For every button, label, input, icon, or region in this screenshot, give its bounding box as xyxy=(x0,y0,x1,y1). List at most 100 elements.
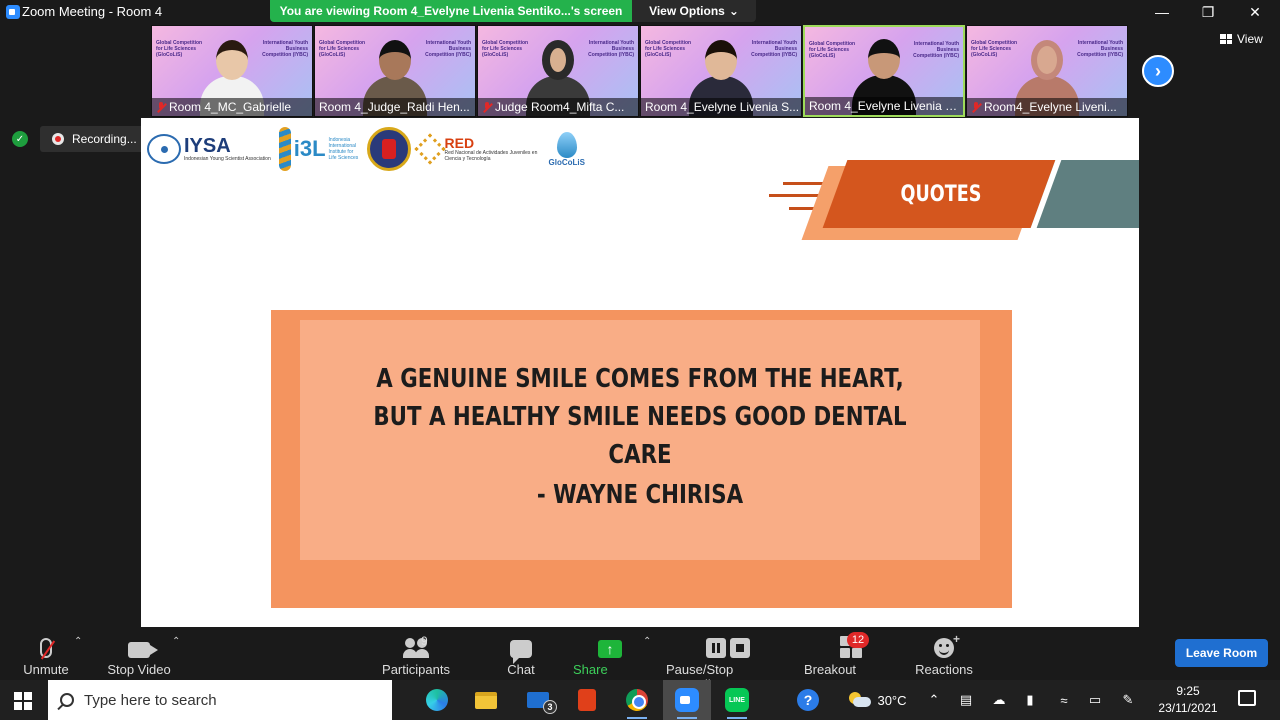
participant-name: Room4_Evelyne Liveni... xyxy=(984,100,1117,114)
onedrive-cloud-icon[interactable]: ☁ xyxy=(988,680,1010,720)
glocolis-logo-text: GloCoLiS xyxy=(548,157,585,167)
red-logo: RED Red Nacional de Actividades Juvenile… xyxy=(413,133,541,165)
clock-time: 9:25 xyxy=(1176,684,1200,698)
taskbar-file-explorer[interactable] xyxy=(462,680,510,720)
tile-name-bar: Room4_Evelyne Liveni... xyxy=(967,98,1127,116)
taskbar-chrome[interactable] xyxy=(613,680,661,720)
meeting-controls: Unmute ⌃ Stop Video ⌃ 9 Participants Cha… xyxy=(0,628,1280,692)
participant-name: Room 4_Evelyne Livenia S... xyxy=(645,100,800,114)
mail-badge: 3 xyxy=(543,700,557,714)
view-button[interactable]: View xyxy=(1220,32,1263,46)
mic-muted-icon xyxy=(971,101,981,113)
taskbar-mail[interactable]: 3 xyxy=(514,680,562,720)
tile-slide-text: Global Competition for Life Sciences (Gl… xyxy=(156,40,203,58)
minimize-button[interactable]: — xyxy=(1139,0,1185,24)
record-dot-icon xyxy=(52,133,64,145)
leave-room-button[interactable]: Leave Room xyxy=(1175,639,1268,667)
tile-slide-text: Global Competition for Life Sciences (Gl… xyxy=(319,40,366,58)
i3l-logo-subtitle: Indonesia International Institute for Li… xyxy=(328,137,359,161)
zoom-icon xyxy=(675,688,699,712)
participant-name: Room 4_MC_Gabrielle xyxy=(169,100,292,114)
taskbar-line[interactable]: LINE xyxy=(713,680,761,720)
chat-button[interactable]: Chat xyxy=(505,632,537,677)
tile-name-bar: Room 4_Evelyne Livenia S... xyxy=(641,98,801,116)
mail-icon: 3 xyxy=(527,692,557,714)
pen-icon[interactable]: ✎ xyxy=(1118,680,1138,720)
video-tile[interactable]: Global Competition for Life Sciences (Gl… xyxy=(966,25,1128,117)
video-tile[interactable]: Global Competition for Life Sciences (Gl… xyxy=(314,25,476,117)
folder-icon xyxy=(475,691,497,709)
share-options-chevron-icon[interactable]: ⌃ xyxy=(643,636,651,647)
temperature: 30°C xyxy=(877,692,907,708)
taskbar-office[interactable] xyxy=(563,680,611,720)
unmute-button[interactable]: Unmute xyxy=(22,632,70,677)
reactions-label: Reactions xyxy=(915,662,973,677)
i3l-logo: i3L Indonesia International Institute fo… xyxy=(278,127,359,171)
stop-video-button[interactable]: Stop Video xyxy=(106,632,172,677)
tray-weather[interactable]: 30°C xyxy=(844,680,912,720)
quote-line: BUT A HEALTHY SMILE NEEDS GOOD DENTAL CA… xyxy=(373,402,907,470)
partly-cloudy-icon xyxy=(849,692,872,708)
chat-label: Chat xyxy=(507,662,535,677)
tile-slide-text: Global Competition for Life Sciences (Gl… xyxy=(645,40,692,58)
tile-slide-text: International Youth Business Competition… xyxy=(751,40,797,58)
close-button[interactable]: ✕ xyxy=(1232,0,1278,24)
wifi-icon[interactable]: ≈ xyxy=(1054,680,1074,720)
notification-center-icon[interactable] xyxy=(1238,690,1256,706)
battery-icon[interactable]: ▭ xyxy=(1084,680,1106,720)
tile-slide-text: Global Competition for Life Sciences (Gl… xyxy=(971,40,1018,58)
tray-help[interactable]: ? xyxy=(794,680,822,720)
taskbar-zoom[interactable] xyxy=(663,680,711,720)
video-tile-active-speaker[interactable]: Global Competition for Life Sciences (Gl… xyxy=(803,25,965,117)
participant-name: Judge Room4_Mifta C... xyxy=(495,100,625,114)
video-options-chevron-icon[interactable]: ⌃ xyxy=(172,636,180,647)
tile-slide-text: International Youth Business Competition… xyxy=(913,41,959,59)
iysa-logo-subtitle: Indonesian Young Scientist Association xyxy=(184,156,271,162)
help-icon: ? xyxy=(797,689,819,711)
shield-check-icon[interactable]: ✓ xyxy=(12,131,28,147)
participants-button[interactable]: 9 Participants xyxy=(382,632,450,677)
video-camera-icon xyxy=(128,642,158,658)
windows-start-icon[interactable] xyxy=(14,692,32,710)
taskbar-search[interactable] xyxy=(48,680,392,720)
mic-muted-icon xyxy=(156,101,166,113)
reactions-button[interactable]: + Reactions xyxy=(915,632,973,677)
view-options-label: View Options xyxy=(649,4,725,18)
edge-icon xyxy=(426,689,448,711)
show-hidden-icons-chevron-icon[interactable]: ⌃ xyxy=(924,680,944,720)
microphone-muted-icon xyxy=(40,638,52,658)
restore-button[interactable]: ❐ xyxy=(1185,0,1231,24)
taskbar-edge[interactable] xyxy=(413,680,461,720)
quote-text: A GENUINE SMILE COMES FROM THE HEART, BU… xyxy=(361,360,919,474)
view-options-button[interactable]: View Options ⌄ xyxy=(632,0,756,22)
i3l-logo-text: i3L xyxy=(293,136,326,161)
meet-now-icon[interactable]: ▤ xyxy=(956,680,976,720)
video-tile[interactable]: Global Competition for Life Sciences (Gl… xyxy=(640,25,802,117)
view-label: View xyxy=(1237,32,1263,46)
audio-options-chevron-icon[interactable]: ⌃ xyxy=(74,636,82,647)
sponsor-logos: IYSA Indonesian Young Scientist Associat… xyxy=(147,124,585,174)
taskbar-clock[interactable]: 9:25 23/11/2021 xyxy=(1150,683,1226,717)
quote-line: A GENUINE SMILE COMES FROM THE HEART, xyxy=(376,364,904,394)
tile-name-bar: Judge Room4_Mifta C... xyxy=(478,98,638,116)
tile-name-bar: Room 4_Evelyne Livenia S... xyxy=(805,97,963,115)
stop-icon xyxy=(730,638,750,658)
chevron-right-icon[interactable]: › xyxy=(1142,55,1174,87)
participants-label: Participants xyxy=(382,662,450,677)
iysa-logo-text: IYSA xyxy=(184,135,231,157)
tile-name-bar: Room 4_MC_Gabrielle xyxy=(152,98,312,116)
search-input[interactable] xyxy=(84,691,364,709)
iysa-logo: IYSA Indonesian Young Scientist Associat… xyxy=(147,134,271,164)
shared-screen: IYSA Indonesian Young Scientist Associat… xyxy=(141,118,1139,627)
chat-icon xyxy=(510,640,532,664)
chrome-icon xyxy=(626,689,648,711)
participants-count: 9 xyxy=(421,634,428,648)
mic-muted-icon xyxy=(482,101,492,113)
red-logo-text: RED xyxy=(444,135,475,151)
video-tile[interactable]: Global Competition for Life Sciences (Gl… xyxy=(477,25,639,117)
chevron-down-icon: ⌄ xyxy=(728,4,739,18)
video-tile[interactable]: Global Competition for Life Sciences (Gl… xyxy=(151,25,313,117)
tile-slide-text: International Youth Business Competition… xyxy=(425,40,471,58)
usb-drive-icon[interactable]: ▮ xyxy=(1020,680,1040,720)
share-banner-text: You are viewing Room 4_Evelyne Livenia S… xyxy=(270,0,632,22)
